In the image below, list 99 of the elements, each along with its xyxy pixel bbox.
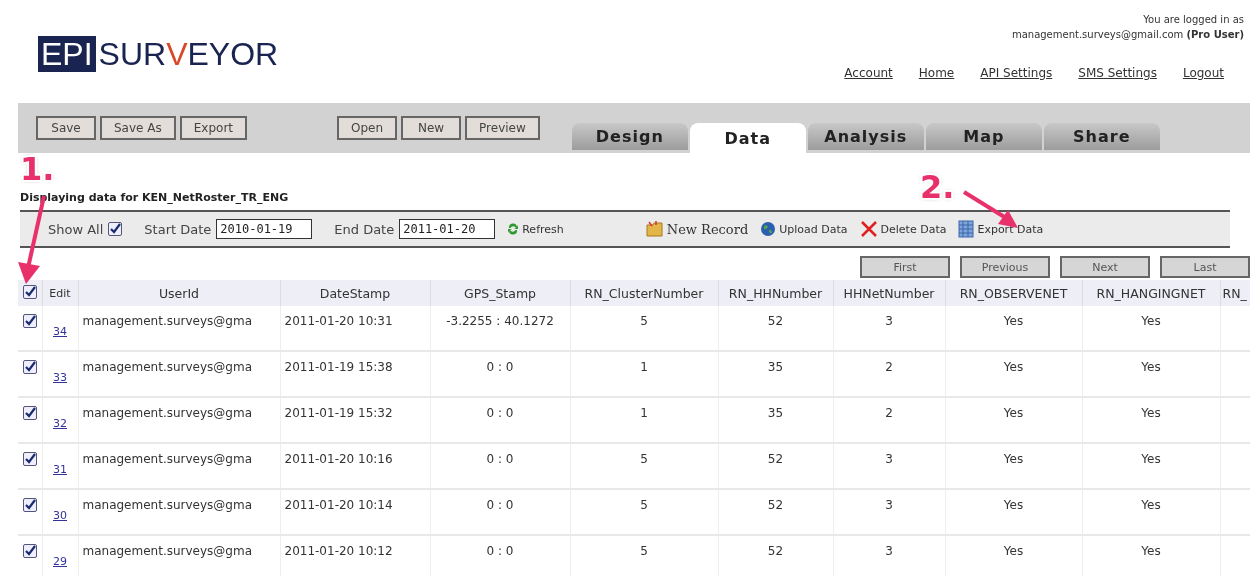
table-cell: 0 : 0 — [486, 498, 514, 512]
edit-link[interactable]: 29 — [53, 555, 67, 568]
edit-link[interactable]: 31 — [53, 463, 67, 476]
table-cell: management.surveys@gma — [82, 314, 252, 328]
table-cell: 1 — [640, 360, 648, 374]
table-cell: Yes — [1141, 314, 1161, 328]
table-cell: management.surveys@gma — [82, 498, 252, 512]
edit-link[interactable]: 32 — [53, 417, 67, 430]
table-cell: 5 — [640, 498, 648, 512]
toolbar-button[interactable]: Export — [179, 116, 247, 140]
row-checkbox[interactable] — [22, 544, 37, 558]
table-cell: 3 — [885, 498, 893, 512]
table-cell: 5 — [640, 452, 648, 466]
table-icon — [958, 220, 975, 238]
checkbox[interactable] — [108, 222, 123, 236]
table-cell: Yes — [1141, 452, 1161, 466]
table-cell: 2 — [885, 360, 893, 374]
action-link[interactable]: Upload Data — [779, 222, 848, 236]
column-header[interactable]: UserId — [158, 285, 200, 301]
page-heading: Displaying data for KEN_NetRoster_TR_ENG — [20, 191, 290, 204]
toolbar-button[interactable]: New — [401, 116, 462, 140]
table-cell: management.surveys@gma — [82, 360, 252, 374]
table-cell: 0 : 0 — [486, 360, 514, 374]
action-link[interactable]: Export Data — [977, 222, 1044, 236]
table-cell: 35 — [767, 406, 784, 420]
step-number: 2. — [920, 168, 955, 206]
table-cell: 52 — [767, 314, 784, 328]
nav-link[interactable]: Account — [844, 66, 893, 80]
table-cell: Yes — [1141, 498, 1161, 512]
action-link[interactable]: New Record — [666, 221, 749, 237]
folder-icon — [645, 220, 664, 238]
refresh-icon — [507, 223, 520, 235]
logo: EPI SURVEYOR — [38, 34, 279, 74]
table-cell: 2 — [885, 406, 893, 420]
toolbar-button[interactable]: Save — [36, 116, 96, 140]
start-date-field[interactable]: 2010-01-19 — [216, 219, 313, 239]
table-cell: 1 — [640, 406, 648, 420]
nav-link[interactable]: Logout — [1182, 66, 1224, 80]
table-cell: Yes — [1003, 360, 1024, 374]
table-cell: 5 — [640, 314, 648, 328]
table-cell: 2011-01-20 10:16 — [284, 452, 393, 466]
login-info: You are logged in as management.surveys@gmail.com (Pro User) — [1011, 13, 1244, 42]
nav-link[interactable]: API Settings — [980, 66, 1053, 80]
edit-link[interactable]: 33 — [53, 371, 67, 384]
edit-link[interactable]: 30 — [53, 509, 67, 522]
end-date-label: End Date — [334, 221, 395, 237]
table-cell: -3.2255 : 40.1272 — [446, 314, 554, 328]
edit-link[interactable]: 34 — [53, 325, 67, 338]
table-cell: 2011-01-19 15:32 — [284, 406, 393, 420]
table-cell: management.surveys@gma — [82, 452, 252, 466]
globe-icon — [760, 221, 777, 237]
tab[interactable]: Map — [925, 123, 1042, 150]
table-cell: Yes — [1141, 406, 1161, 420]
row-checkbox[interactable] — [22, 452, 37, 466]
table-cell: 52 — [767, 452, 784, 466]
tab[interactable]: Share — [1043, 123, 1160, 150]
row-checkbox[interactable] — [22, 406, 37, 420]
table-cell: 2011-01-20 10:12 — [284, 544, 393, 558]
tab[interactable]: Analysis — [807, 123, 924, 150]
table-cell: Yes — [1003, 544, 1024, 558]
table-cell: Yes — [1141, 360, 1161, 374]
table-cell: 0 : 0 — [486, 544, 514, 558]
tab[interactable]: Data — [689, 123, 806, 153]
table-cell: Yes — [1003, 314, 1024, 328]
table-cell: 52 — [767, 544, 784, 558]
table-cell: 0 : 0 — [486, 406, 514, 420]
table-cell: Yes — [1003, 498, 1024, 512]
start-date-label: Start Date — [144, 221, 212, 237]
action-link[interactable]: Delete Data — [880, 222, 947, 236]
table-cell: Yes — [1141, 544, 1161, 558]
show-all-label: Show All — [48, 221, 104, 237]
table-cell: 35 — [767, 360, 784, 374]
nav-link[interactable]: SMS Settings — [1078, 66, 1157, 80]
row-checkbox[interactable] — [22, 498, 37, 512]
table-cell: Yes — [1003, 452, 1024, 466]
table-cell: management.surveys@gma — [82, 544, 252, 558]
table-cell: 2011-01-20 10:14 — [284, 498, 393, 512]
toolbar-button[interactable]: Open — [337, 116, 398, 140]
row-checkbox[interactable] — [22, 360, 37, 374]
table-cell: Yes — [1003, 406, 1024, 420]
table-cell: 3 — [885, 452, 893, 466]
action-link[interactable]: Refresh — [522, 222, 564, 236]
step-number: 1. — [20, 150, 55, 188]
tab[interactable]: Design — [571, 123, 688, 150]
table-cell: 0 : 0 — [486, 452, 514, 466]
delete-icon — [859, 220, 878, 238]
nav-link[interactable]: Home — [918, 66, 955, 80]
row-checkbox[interactable] — [22, 314, 37, 328]
toolbar-button[interactable]: Preview — [465, 116, 540, 140]
table-cell: 2011-01-19 15:38 — [284, 360, 393, 374]
table-cell: 3 — [885, 314, 893, 328]
select-all-checkbox[interactable] — [22, 285, 37, 299]
end-date-field[interactable]: 2011-01-20 — [399, 219, 496, 239]
table-cell: 3 — [885, 544, 893, 558]
table-cell: 2011-01-20 10:31 — [284, 314, 393, 328]
table-cell: 52 — [767, 498, 784, 512]
toolbar-button[interactable]: Save As — [100, 116, 176, 140]
table-cell: 5 — [640, 544, 648, 558]
table-cell: management.surveys@gma — [82, 406, 252, 420]
